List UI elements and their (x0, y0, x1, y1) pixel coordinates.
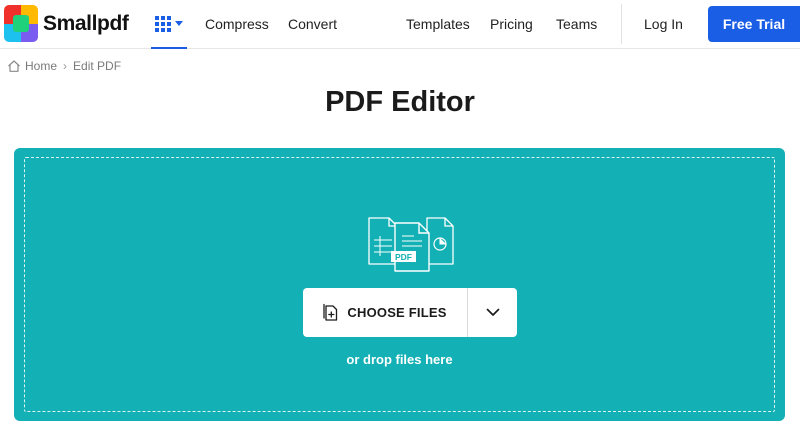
drop-files-hint: or drop files here (346, 352, 453, 367)
free-trial-button[interactable]: Free Trial (708, 6, 800, 42)
file-dropzone[interactable]: PDF CHOOSE FILES or drop files here (14, 148, 785, 421)
file-plus-icon (323, 303, 338, 321)
nav-templates[interactable]: Templates (406, 16, 470, 32)
upload-options-dropdown[interactable] (468, 288, 517, 337)
top-header: Smallpdf Compress Convert Templates Pric… (0, 0, 800, 49)
smallpdf-logo[interactable]: Smallpdf (4, 5, 129, 42)
breadcrumb: Home › Edit PDF (7, 59, 121, 73)
login-link[interactable]: Log In (644, 16, 683, 32)
dropzone-dashed-border: PDF CHOOSE FILES or drop files here (24, 157, 775, 412)
logo-text: Smallpdf (43, 11, 129, 35)
page-title: PDF Editor (325, 86, 475, 118)
breadcrumb-home[interactable]: Home (25, 59, 57, 73)
home-icon (8, 60, 20, 72)
logo-mark-icon (4, 5, 38, 42)
breadcrumb-current: Edit PDF (73, 59, 122, 73)
svg-text:PDF: PDF (395, 252, 412, 262)
choose-files-button[interactable]: CHOOSE FILES (303, 288, 467, 337)
choose-files-group: CHOOSE FILES (303, 288, 517, 337)
grid-icon (155, 15, 171, 32)
chevron-down-icon (486, 308, 499, 316)
header-divider (621, 4, 622, 44)
files-illustration-icon: PDF (368, 217, 454, 272)
nav-teams[interactable]: Teams (556, 16, 597, 32)
nav-convert[interactable]: Convert (288, 16, 337, 32)
apps-menu-button[interactable] (151, 0, 187, 49)
breadcrumb-separator: › (63, 59, 68, 73)
nav-compress[interactable]: Compress (205, 16, 269, 32)
nav-pricing[interactable]: Pricing (490, 16, 533, 32)
choose-files-label: CHOOSE FILES (347, 305, 447, 320)
caret-down-icon (175, 21, 183, 26)
